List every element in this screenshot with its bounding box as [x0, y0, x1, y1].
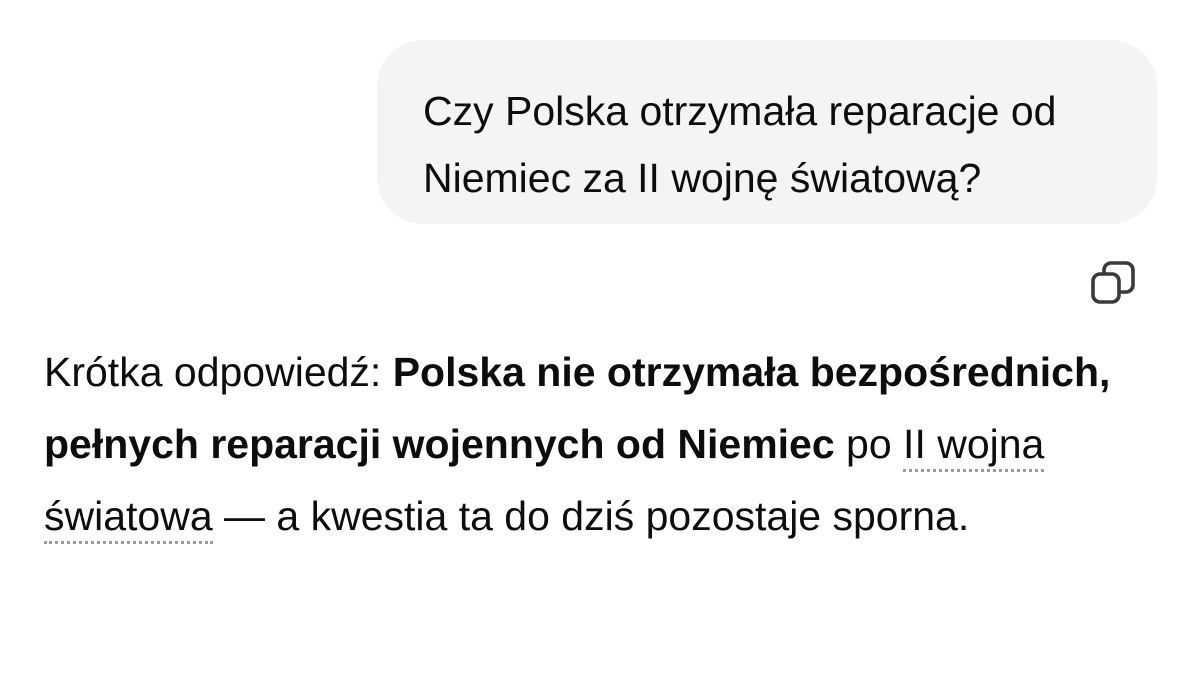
- answer-tail: — a kwestia ta do dziś pozostaje sporna.: [212, 493, 970, 539]
- assistant-answer: Krótka odpowiedź: Polska nie otrzymała b…: [44, 336, 1154, 552]
- user-message-bubble: Czy Polska otrzymała reparacje od Niemie…: [377, 40, 1157, 224]
- user-message-text: Czy Polska otrzymała reparacje od Niemie…: [423, 88, 1057, 201]
- copy-button[interactable]: [1086, 256, 1140, 310]
- copy-icon: [1089, 259, 1137, 307]
- answer-connector: po: [834, 421, 904, 467]
- answer-lead: Krótka odpowiedź:: [44, 349, 393, 395]
